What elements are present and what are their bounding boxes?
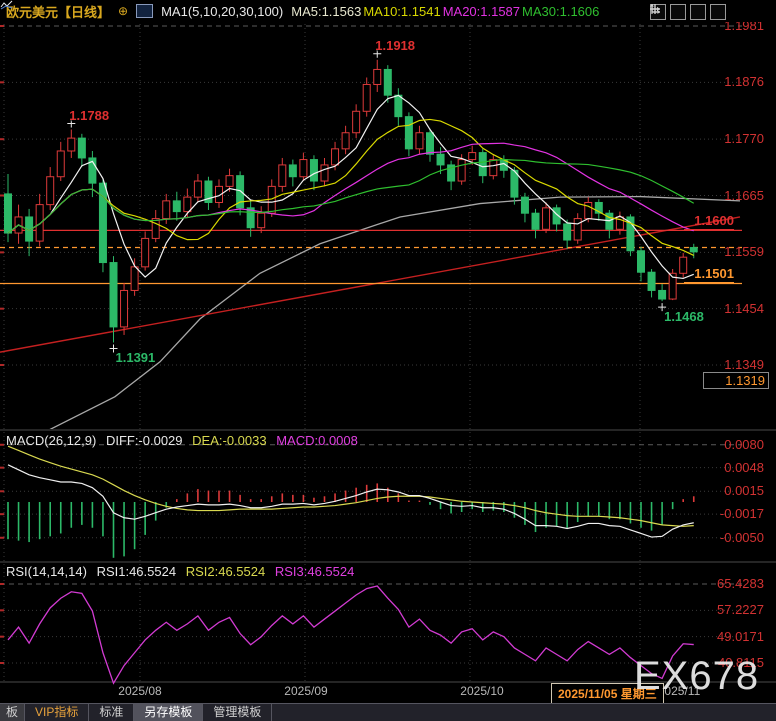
rsi2-value: RSI2:46.5524 bbox=[186, 564, 266, 579]
ma-value: MA10:1.1541 bbox=[363, 4, 440, 19]
high-price-annotation: 1.1918 bbox=[375, 38, 415, 53]
tab-save-template[interactable]: 另存模板 bbox=[134, 704, 203, 721]
y-axis-label: 1.1349 bbox=[702, 357, 764, 372]
ma-value: MA30:1.1606 bbox=[522, 4, 599, 19]
y-axis-label: 40.8115 bbox=[702, 655, 764, 670]
low-price-annotation: 1.1391 bbox=[116, 350, 156, 365]
low-price-annotation: 1.1468 bbox=[664, 309, 704, 324]
tab-manage-template[interactable]: 管理模板 bbox=[203, 704, 272, 721]
y-axis-label: 0.0080 bbox=[702, 437, 764, 452]
y-axis-label: 1.1559 bbox=[702, 244, 764, 259]
macd-name: MACD(26,12,9) bbox=[6, 433, 96, 448]
ma-value: MA20:1.1587 bbox=[443, 4, 520, 19]
price-level-label: 1.1501 bbox=[684, 266, 734, 283]
rsi1-value: RSI1:46.5524 bbox=[97, 564, 177, 579]
rsi3-value: RSI3:46.5524 bbox=[275, 564, 355, 579]
x-axis-label: 2025/08 bbox=[118, 684, 161, 698]
y-axis-label: 0.0015 bbox=[702, 483, 764, 498]
tab-vip-indicators[interactable]: VIP指标 bbox=[25, 704, 89, 721]
rsi-header: RSI(14,14,14) RSI1:46.5524 RSI2:46.5524 … bbox=[6, 564, 360, 579]
symbol-title: 欧元美元【日线】 bbox=[6, 2, 110, 21]
y-axis-label: 1.1876 bbox=[702, 74, 764, 89]
x-axis-label: 2025/09 bbox=[284, 684, 327, 698]
axis-zoom-horizontal-icon[interactable] bbox=[690, 4, 706, 20]
price-level-label: 1.1600 bbox=[684, 213, 734, 230]
axis-zoom-vertical-icon[interactable] bbox=[670, 4, 686, 20]
current-date-badge: 2025/11/05 星期三 bbox=[551, 683, 664, 704]
y-axis-label: 65.4283 bbox=[702, 576, 764, 591]
macd-hist-value: MACD:0.0008 bbox=[276, 433, 358, 448]
add-compare-icon[interactable]: ⊕ bbox=[118, 4, 128, 18]
symbol-name: 欧元美元 bbox=[6, 5, 58, 20]
x-axis-label: 2025/10 bbox=[460, 684, 503, 698]
tab-stub[interactable]: 板 bbox=[0, 704, 25, 721]
y-axis-label: 1.1454 bbox=[702, 301, 764, 316]
macd-dea-value: DEA:-0.0033 bbox=[192, 433, 266, 448]
shift-data-icon[interactable] bbox=[710, 4, 726, 20]
x-axis-label: 2025/11 bbox=[658, 684, 701, 698]
indicator-template-icon[interactable] bbox=[136, 4, 153, 18]
macd-header: MACD(26,12,9) DIFF:-0.0029 DEA:-0.0033 M… bbox=[6, 433, 364, 448]
y-axis-label: 1.1665 bbox=[702, 188, 764, 203]
y-axis-label: -0.0017 bbox=[702, 506, 764, 521]
ma-value: MA5:1.1563 bbox=[291, 4, 361, 19]
chart-toolbar bbox=[650, 4, 726, 20]
y-axis-label: 57.2227 bbox=[702, 602, 764, 617]
y-axis-label: 49.0171 bbox=[702, 629, 764, 644]
lowest-price-tag: 1.1319 bbox=[703, 372, 769, 389]
ma-settings-label: MA1(5,10,20,30,100) bbox=[161, 4, 283, 19]
high-price-annotation: 1.1788 bbox=[69, 108, 109, 123]
trading-chart-window: 欧元美元【日线】 ⊕ MA1(5,10,20,30,100) MA5:1.156… bbox=[0, 0, 776, 721]
rsi-name: RSI(14,14,14) bbox=[6, 564, 87, 579]
ma-values: MA5:1.1563MA10:1.1541MA20:1.1587MA30:1.1… bbox=[291, 4, 601, 19]
template-tab-bar: 板 VIP指标 标准 另存模板 管理模板 bbox=[0, 703, 776, 721]
y-axis-label: 0.0048 bbox=[702, 460, 764, 475]
y-axis-label: -0.0050 bbox=[702, 530, 764, 545]
y-axis-label: 1.1770 bbox=[702, 131, 764, 146]
macd-diff-value: DIFF:-0.0029 bbox=[106, 433, 183, 448]
tab-standard[interactable]: 标准 bbox=[89, 704, 134, 721]
timeframe-label: 【日线】 bbox=[58, 5, 110, 20]
